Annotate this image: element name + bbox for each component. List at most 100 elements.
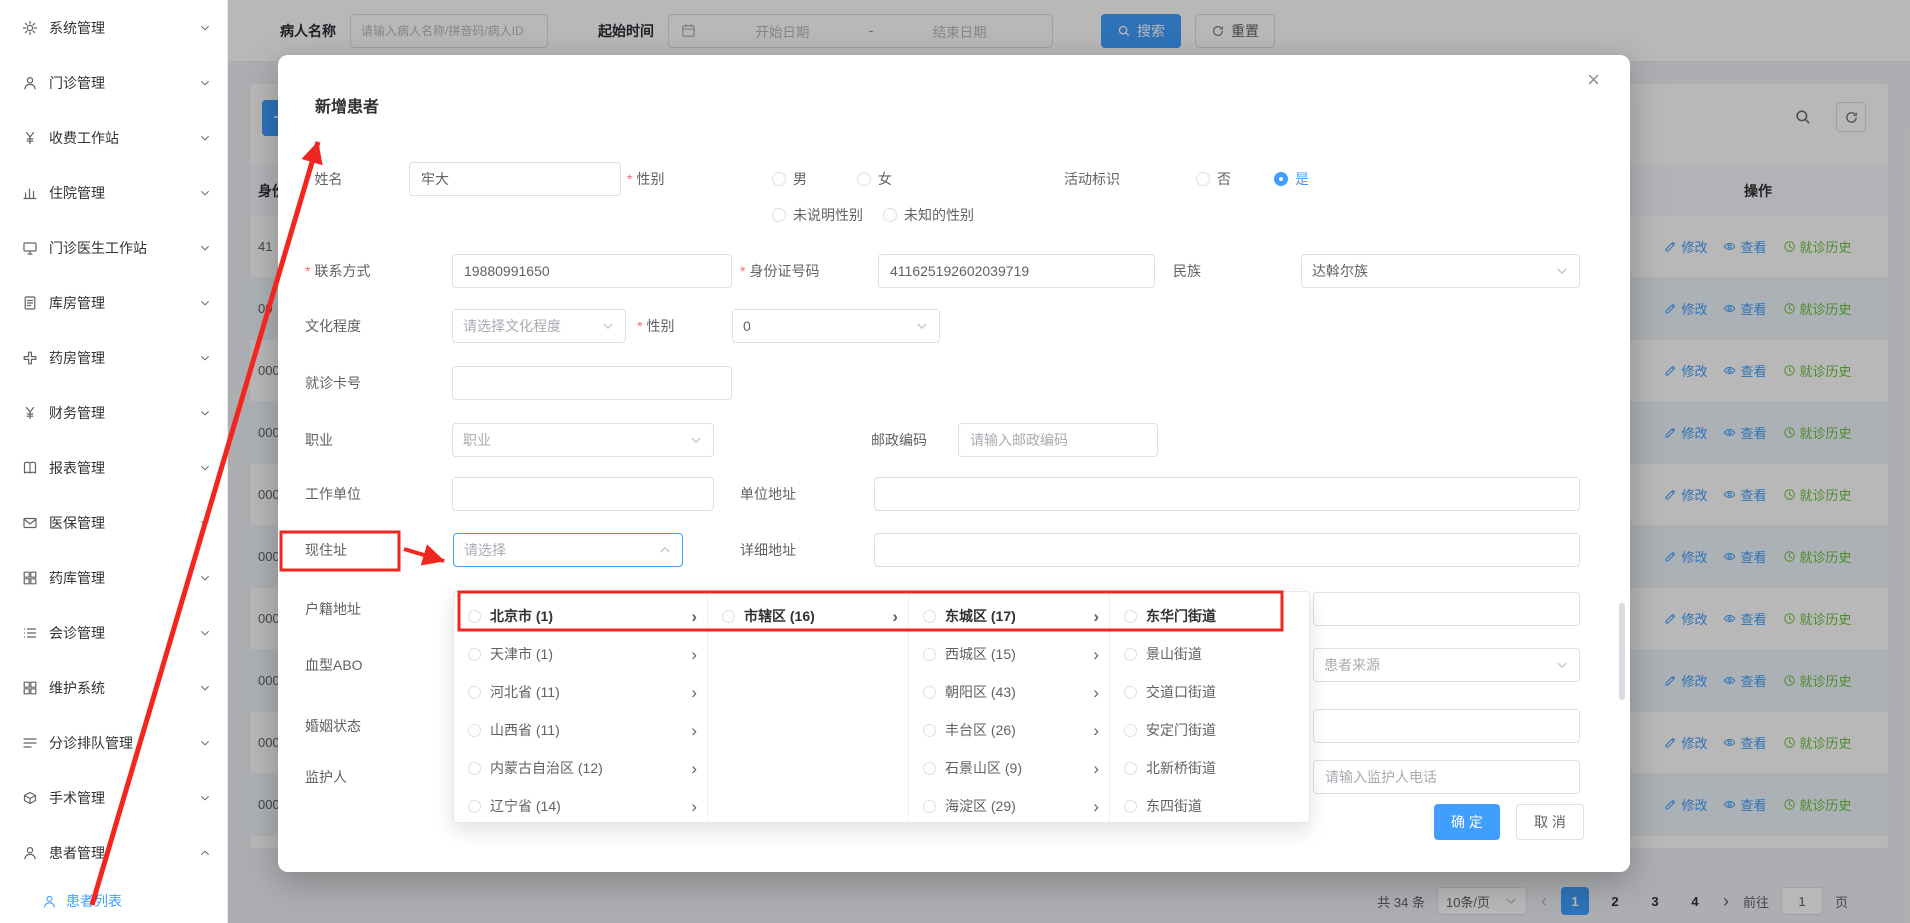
patient-source-select[interactable]: 患者来源 [1313,648,1580,682]
cascade-option[interactable]: 东四街道 [1110,787,1309,822]
radio-icon [1124,762,1137,775]
sidebar-item-14[interactable]: 手术管理 [0,770,227,825]
radio-icon [468,724,481,737]
cascade-option[interactable]: 市辖区 (16) › [708,597,908,635]
cancel-button[interactable]: 取 消 [1516,804,1584,840]
radio-icon [468,800,481,813]
radio-icon [923,762,936,775]
card-number-label: 就诊卡号 [305,366,361,400]
sidebar-item-label: 报表管理 [49,458,105,478]
cascade-option[interactable]: 丰台区 (26)› [909,711,1109,749]
marital-right-input[interactable] [1313,709,1580,743]
education-placeholder: 请选择文化程度 [463,316,561,336]
detail-address-label: 详细地址 [740,533,796,567]
gear-icon [22,20,38,36]
box-icon [22,790,38,806]
sidebar-item-label: 分诊排队管理 [49,733,133,753]
unit-address-input[interactable] [874,477,1580,511]
radio-icon [1124,724,1137,737]
guardian-phone-input[interactable] [1313,760,1580,794]
sidebar-item-2[interactable]: 收费工作站 [0,110,227,165]
radio-female[interactable]: 女 [857,162,892,196]
radio-male[interactable]: 男 [772,162,807,196]
cascade-option[interactable]: 山西省 (11)› [454,711,707,749]
cascade-option[interactable]: 西城区 (15)› [909,635,1109,673]
card-number-input[interactable] [452,366,732,400]
sidebar-item-1[interactable]: 门诊管理 [0,55,227,110]
add-patient-modal: 新增患者 × *姓名 *性别 男 女 未说明性别 未知的性别 活动标识 否 是 … [278,55,1630,872]
cascade-option[interactable]: 北新桥街道 [1110,749,1309,787]
sidebar-item-7[interactable]: 财务管理 [0,385,227,440]
confirm-button[interactable]: 确 定 [1434,804,1500,840]
cascade-option[interactable]: 天津市 (1)› [454,635,707,673]
chevron-down-icon [199,407,211,419]
cascade-column-4: 东华门街道景山街道交道口街道安定门街道北新桥街道东四街道 [1110,592,1310,822]
required-star: * [637,318,642,334]
radio-unspecified-gender[interactable]: 未说明性别 [772,198,863,232]
radio-icon [883,208,897,222]
cascade-option[interactable]: 朝阳区 (43)› [909,673,1109,711]
name-input[interactable] [409,162,621,196]
current-address-select[interactable]: 请选择 [453,533,683,567]
close-icon[interactable]: × [1587,69,1600,91]
detail-address-input[interactable] [874,533,1580,567]
sidebar-item-4[interactable]: 门诊医生工作站 [0,220,227,275]
chevron-down-icon [689,433,703,447]
id-number-input[interactable] [878,254,1155,288]
education-select[interactable]: 请选择文化程度 [452,309,626,343]
work-unit-input[interactable] [452,477,714,511]
sidebar-item-6[interactable]: 药房管理 [0,330,227,385]
sidebar-item-patient-list[interactable]: 患者列表 [0,880,227,922]
sidebar-item-5[interactable]: 库房管理 [0,275,227,330]
sidebar-item-12[interactable]: 维护系统 [0,660,227,715]
sidebar-item-0[interactable]: 系统管理 [0,0,227,55]
sidebar-item-label: 系统管理 [49,18,105,38]
postal-code-input[interactable] [958,423,1158,457]
cascade-option[interactable]: 安定门街道 [1110,711,1309,749]
cascade-option[interactable]: 东城区 (17)› [909,597,1109,635]
chevron-down-icon [1555,264,1569,278]
household-address-label: 户籍地址 [305,592,361,626]
sidebar-item-label: 门诊管理 [49,73,105,93]
cascade-option-label: 东华门街道 [1146,606,1216,626]
chevron-down-icon [199,132,211,144]
modal-scrollbar[interactable] [1619,603,1625,700]
sidebar-item-label: 患者管理 [49,843,105,863]
sidebar-item-13[interactable]: 分诊排队管理 [0,715,227,770]
required-star: * [305,263,310,279]
sidebar-item-11[interactable]: 会诊管理 [0,605,227,660]
cascade-option[interactable]: 东华门街道 [1110,597,1309,635]
user-icon [22,75,38,91]
cascade-option-label: 市辖区 (16) [744,606,815,626]
chevron-down-icon [199,572,211,584]
sidebar-item-8[interactable]: 报表管理 [0,440,227,495]
chevron-right-icon: › [892,608,898,625]
cascade-option[interactable]: 内蒙古自治区 (12)› [454,749,707,787]
sidebar-item-label: 库房管理 [49,293,105,313]
radio-active-yes[interactable]: 是 [1274,162,1309,196]
sidebar-item-3[interactable]: 住院管理 [0,165,227,220]
contact-input[interactable] [452,254,732,288]
ethnicity-select[interactable]: 达斡尔族 [1301,254,1580,288]
address-cascade-dropdown: 北京市 (1)›天津市 (1)›河北省 (11)›山西省 (11)›内蒙古自治区… [453,591,1310,823]
cascade-option[interactable]: 交道口街道 [1110,673,1309,711]
sidebar-item-10[interactable]: 药库管理 [0,550,227,605]
occupation-select[interactable]: 职业 [452,423,714,457]
unit-address-label: 单位地址 [740,477,796,511]
chevron-down-icon [915,319,929,333]
cascade-option[interactable]: 辽宁省 (14)› [454,787,707,822]
cascade-option[interactable]: 石景山区 (9)› [909,749,1109,787]
household-right-input[interactable] [1313,592,1580,626]
cascade-option[interactable]: 景山街道 [1110,635,1309,673]
document-icon [22,295,38,311]
chevron-down-icon [199,187,211,199]
monitor-icon [22,240,38,256]
sidebar-item-9[interactable]: 医保管理 [0,495,227,550]
cascade-option[interactable]: 河北省 (11)› [454,673,707,711]
gender-select[interactable]: 0 [732,309,940,343]
sidebar-item-15[interactable]: 患者管理 [0,825,227,880]
cascade-option[interactable]: 海淀区 (29)› [909,787,1109,822]
radio-unknown-gender[interactable]: 未知的性别 [883,198,974,232]
cascade-option[interactable]: 北京市 (1)› [454,597,707,635]
radio-active-no[interactable]: 否 [1196,162,1231,196]
